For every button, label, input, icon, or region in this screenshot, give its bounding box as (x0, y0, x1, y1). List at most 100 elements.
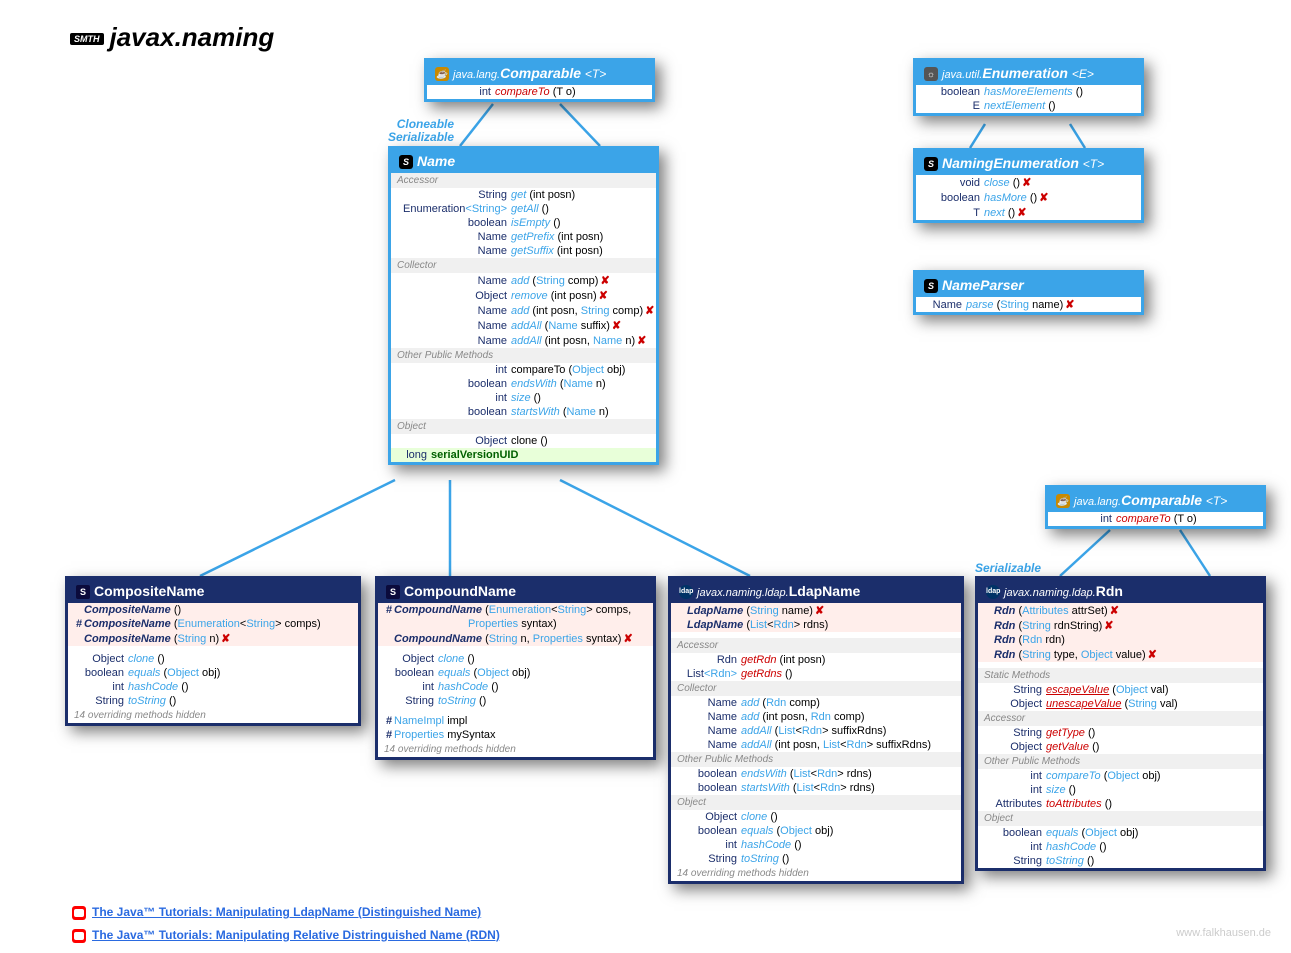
class-compoundname: SCompoundName #CompoundName (Enumeration… (375, 576, 656, 760)
method-row: intcompareTo (T o) (427, 85, 652, 99)
footer-url: www.falkhausen.de (1176, 927, 1271, 939)
method-row: booleanequals (Object obj) (68, 666, 358, 680)
section-label: Other Public Methods (671, 752, 961, 767)
constructor-row: CompositeName () (68, 603, 358, 617)
cup-icon: ☕ (1056, 494, 1070, 508)
method-row: Stringget (int posn) (391, 188, 656, 202)
constructor-row: LdapName (String name)✘ (671, 603, 961, 618)
constructor-row: LdapName (List<Rdn> rdns) (671, 618, 961, 632)
section-label: Accessor (671, 638, 961, 653)
method-row: intcompareTo (T o) (1048, 512, 1263, 526)
section-label: Object (671, 795, 961, 810)
method-row: booleanstartsWith (Name n) (391, 405, 656, 419)
method-row: inthashCode () (978, 840, 1263, 854)
method-row: intcompareTo (Object obj) (391, 363, 656, 377)
gear-icon: ☼ (924, 67, 938, 81)
interface-namingenumeration: SNamingEnumeration <T> voidclose ()✘bool… (913, 148, 1144, 223)
class-rdn: ldapjavax.naming.ldap.Rdn Rdn (Attribute… (975, 576, 1266, 871)
box-header: ldapjavax.naming.ldap.Rdn (978, 579, 1263, 603)
method-row: StringescapeValue (Object val) (978, 683, 1263, 697)
method-row: Tnext ()✘ (916, 205, 1141, 220)
method-row: booleanisEmpty () (391, 216, 656, 230)
field-row: #NameImpl impl (378, 714, 653, 728)
method-row: NameaddAll (Name suffix)✘ (391, 318, 656, 333)
interface-enumeration: ☼java.util.Enumeration <E> booleanhasMor… (913, 58, 1144, 116)
section-label: Static Methods (978, 668, 1263, 683)
method-row: AttributestoAttributes () (978, 797, 1263, 811)
constructor-row: #CompoundName (Enumeration<String> comps… (378, 603, 653, 617)
method-row: ObjectunescapeValue (String val) (978, 697, 1263, 711)
method-row: Nameadd (int posn, Rdn comp) (671, 710, 961, 724)
method-row: intsize () (391, 391, 656, 405)
section-label: Object (978, 811, 1263, 826)
method-row: NameaddAll (int posn, Name n)✘ (391, 333, 656, 348)
section-label: Other Public Methods (391, 348, 656, 363)
method-row: EnextElement () (916, 99, 1141, 113)
cup-icon: ☕ (435, 67, 449, 81)
method-row: Nameadd (int posn, String comp)✘ (391, 303, 656, 318)
method-row: StringtoString () (978, 854, 1263, 868)
method-row: booleanhasMoreElements () (916, 85, 1141, 99)
annotation-serializable: Serializable (975, 562, 1041, 575)
method-row: booleanequals (Object obj) (671, 824, 961, 838)
section-label: Accessor (978, 711, 1263, 726)
ldap-icon: ldap (986, 585, 1000, 599)
field-row: #Properties mySyntax (378, 728, 653, 742)
interface-name: SName AccessorStringget (int posn)Enumer… (388, 146, 659, 465)
method-row: inthashCode () (378, 680, 653, 694)
tutorial-link-2[interactable]: The Java™ Tutorials: Manipulating Relati… (72, 928, 500, 943)
constructor-row: CompoundName (String n, Properties synta… (378, 631, 653, 646)
badge-icon: S (924, 157, 938, 171)
box-header: SName (391, 149, 656, 173)
constructor-row: CompositeName (String n)✘ (68, 631, 358, 646)
field-row: longserialVersionUID (391, 448, 656, 462)
oracle-icon (72, 906, 86, 920)
package-title: SMTHjavax.naming (70, 22, 274, 53)
method-row: inthashCode () (671, 838, 961, 852)
method-row: Objectclone () (671, 810, 961, 824)
constructor-row: Rdn (Attributes attrSet)✘ (978, 603, 1263, 618)
method-row: intsize () (978, 783, 1263, 797)
method-row: voidclose ()✘ (916, 175, 1141, 190)
method-row: booleanendsWith (List<Rdn> rdns) (671, 767, 961, 781)
class-compositename: SCompositeName CompositeName ()#Composit… (65, 576, 361, 726)
method-row: ObjectgetValue () (978, 740, 1263, 754)
box-header: ☕java.lang.Comparable <T> (427, 61, 652, 85)
badge-icon: S (76, 585, 90, 599)
section-label: Collector (671, 681, 961, 696)
method-row: NamegetPrefix (int posn) (391, 230, 656, 244)
method-row: Enumeration<String>getAll () (391, 202, 656, 216)
method-row: intcompareTo (Object obj) (978, 769, 1263, 783)
method-row: booleanhasMore ()✘ (916, 190, 1141, 205)
badge-icon: S (924, 279, 938, 293)
method-row: StringtoString () (671, 852, 961, 866)
section-label: Collector (391, 258, 656, 273)
method-row: Objectclone () (68, 652, 358, 666)
method-row: NameaddAll (int posn, List<Rdn> suffixRd… (671, 738, 961, 752)
method-row: Nameadd (Rdn comp) (671, 696, 961, 710)
tutorial-link-1[interactable]: The Java™ Tutorials: Manipulating LdapNa… (72, 905, 500, 920)
method-row: RdngetRdn (int posn) (671, 653, 961, 667)
method-row: StringtoString () (378, 694, 653, 708)
interface-comparable-2: ☕java.lang.Comparable <T> intcompareTo (… (1045, 485, 1266, 529)
method-row: booleanstartsWith (List<Rdn> rdns) (671, 781, 961, 795)
method-row: StringtoString () (68, 694, 358, 708)
method-row: booleanequals (Object obj) (378, 666, 653, 680)
annotation-cloneable-serializable: Cloneable Serializable (388, 118, 454, 144)
method-row: Objectremove (int posn)✘ (391, 288, 656, 303)
constructor-row-cont: Properties syntax) (378, 617, 653, 631)
section-label: Object (391, 419, 656, 434)
box-header: SCompoundName (378, 579, 653, 603)
box-header: SCompositeName (68, 579, 358, 603)
section-label: Accessor (391, 173, 656, 188)
hidden-note: 14 overriding methods hidden (671, 866, 961, 881)
interface-nameparser: SNameParser Nameparse (String name)✘ (913, 270, 1144, 315)
box-header: ☼java.util.Enumeration <E> (916, 61, 1141, 85)
box-header: ldapjavax.naming.ldap.LdapName (671, 579, 961, 603)
constructor-row: Rdn (String type, Object value)✘ (978, 647, 1263, 662)
section-label: Other Public Methods (978, 754, 1263, 769)
constructor-row: Rdn (Rdn rdn) (978, 633, 1263, 647)
hidden-note: 14 overriding methods hidden (68, 708, 358, 723)
box-header: SNamingEnumeration <T> (916, 151, 1141, 175)
method-row: Nameadd (String comp)✘ (391, 273, 656, 288)
